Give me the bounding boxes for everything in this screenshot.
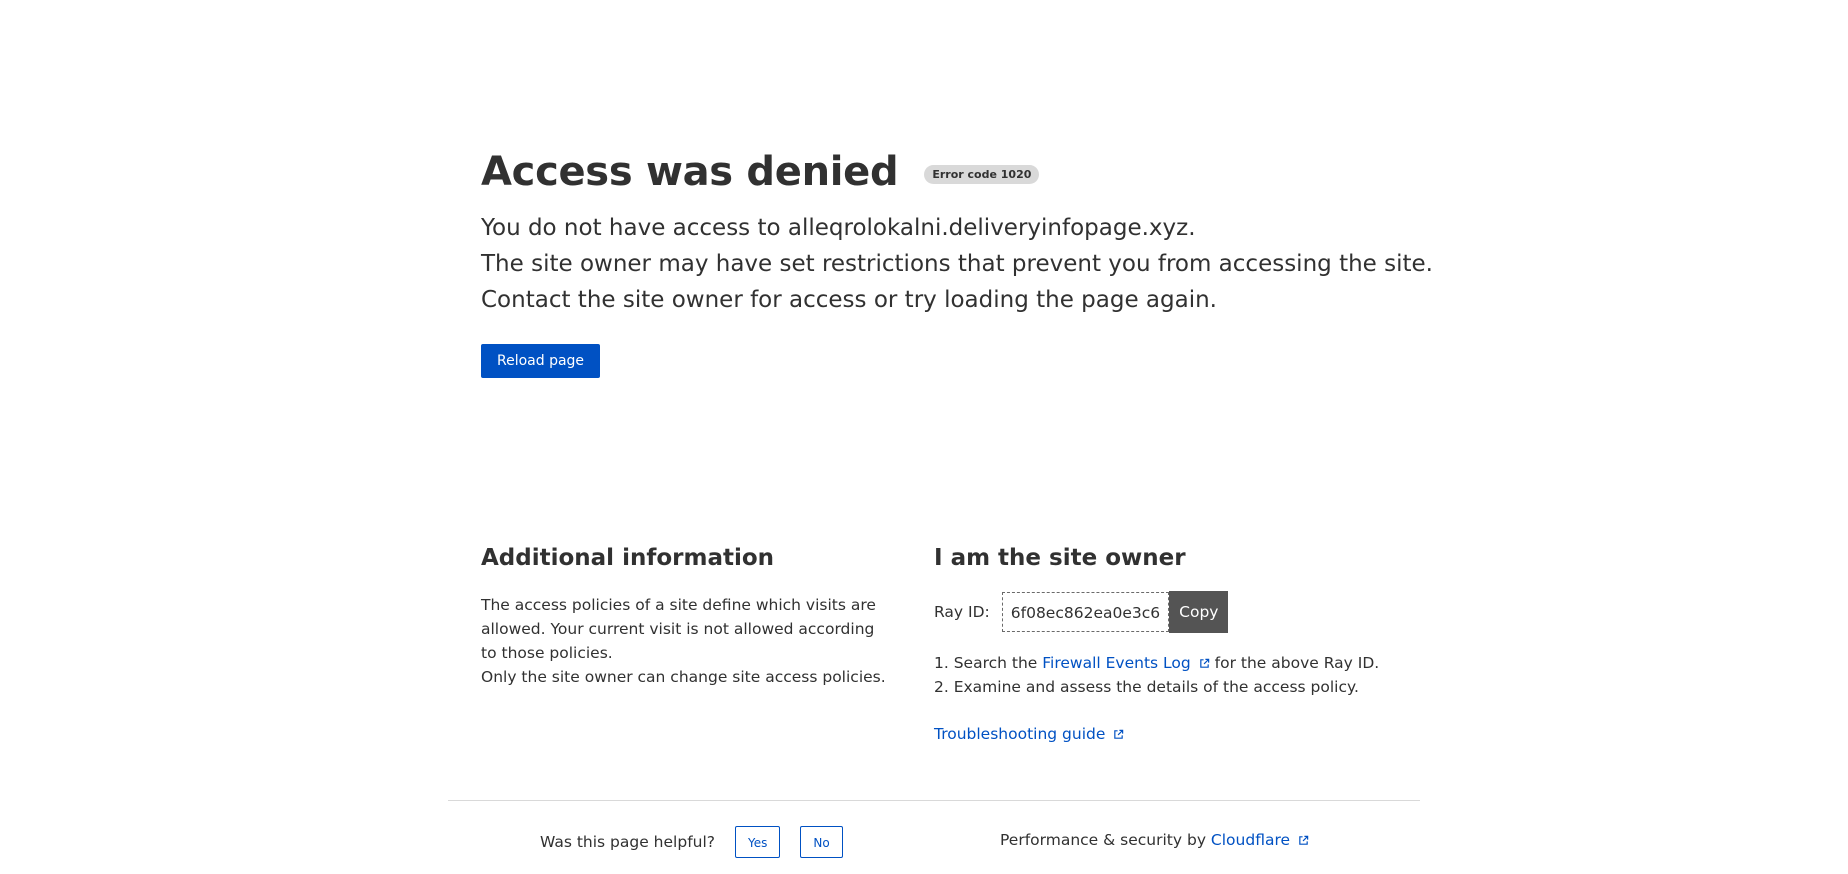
performance-credit: Performance & security by Cloudflare	[1000, 831, 1309, 849]
owner-steps: 1. Search the Firewall Events Log for th…	[934, 651, 1414, 699]
external-link-icon	[1199, 658, 1209, 668]
description-line-3: Contact the site owner for access or try…	[481, 287, 1217, 313]
firewall-events-log-label: Firewall Events Log	[1042, 654, 1191, 672]
error-code-badge: Error code 1020	[924, 164, 1040, 184]
ray-id-label: Ray ID:	[934, 603, 990, 621]
ray-id-value[interactable]: 6f08ec862ea0e3c6	[1001, 592, 1170, 632]
title-row: Access was denied Error code 1020	[481, 146, 1461, 198]
page: Access was denied Error code 1020 You do…	[0, 0, 1848, 874]
cloudflare-label: Cloudflare	[1210, 831, 1291, 849]
additional-info-para-1: The access policies of a site define whi…	[481, 596, 876, 662]
cloudflare-link[interactable]: Cloudflare	[1211, 831, 1309, 849]
site-owner-heading: I am the site owner	[934, 545, 1186, 571]
page-title: Access was denied	[481, 149, 899, 195]
footer-divider	[448, 800, 1420, 801]
no-button[interactable]: No	[800, 826, 843, 858]
firewall-events-log-link[interactable]: Firewall Events Log	[1042, 654, 1209, 672]
description-line-2: The site owner may have set restrictions…	[481, 251, 1433, 277]
helpful-question: Was this page helpful?	[540, 833, 716, 851]
ray-id-row: Ray ID: 6f08ec862ea0e3c6 Copy	[934, 591, 1414, 633]
external-link-icon	[1299, 835, 1309, 845]
additional-info-heading: Additional information	[481, 545, 775, 571]
step-1-suffix: for the above Ray ID.	[1209, 654, 1380, 672]
main-section: Access was denied Error code 1020 You do…	[481, 146, 1461, 378]
feedback-row: Was this page helpful? Yes No	[540, 826, 843, 858]
step-1-prefix: 1. Search the	[934, 654, 1043, 672]
additional-info-text: The access policies of a site define whi…	[481, 593, 891, 689]
step-2: 2. Examine and assess the details of the…	[934, 678, 1359, 696]
description-line-1: You do not have access to alleqrolokalni…	[481, 215, 1196, 241]
description: You do not have access to alleqrolokalni…	[481, 210, 1461, 318]
troubleshooting-guide-link[interactable]: Troubleshooting guide	[934, 725, 1124, 743]
external-link-icon	[1114, 729, 1124, 739]
copy-button[interactable]: Copy	[1169, 591, 1229, 633]
step-1: 1. Search the Firewall Events Log for th…	[934, 651, 1414, 675]
troubleshooting-guide-label: Troubleshooting guide	[934, 725, 1106, 743]
troubleshooting-row: Troubleshooting guide	[934, 725, 1414, 743]
performance-prefix: Performance & security by	[1000, 831, 1211, 849]
additional-info-section: Additional information The access polici…	[481, 545, 891, 689]
reload-page-button[interactable]: Reload page	[481, 344, 601, 378]
site-owner-section: I am the site owner Ray ID: 6f08ec862ea0…	[934, 545, 1414, 743]
additional-info-para-2: Only the site owner can change site acce…	[481, 668, 886, 686]
yes-button[interactable]: Yes	[735, 826, 781, 858]
